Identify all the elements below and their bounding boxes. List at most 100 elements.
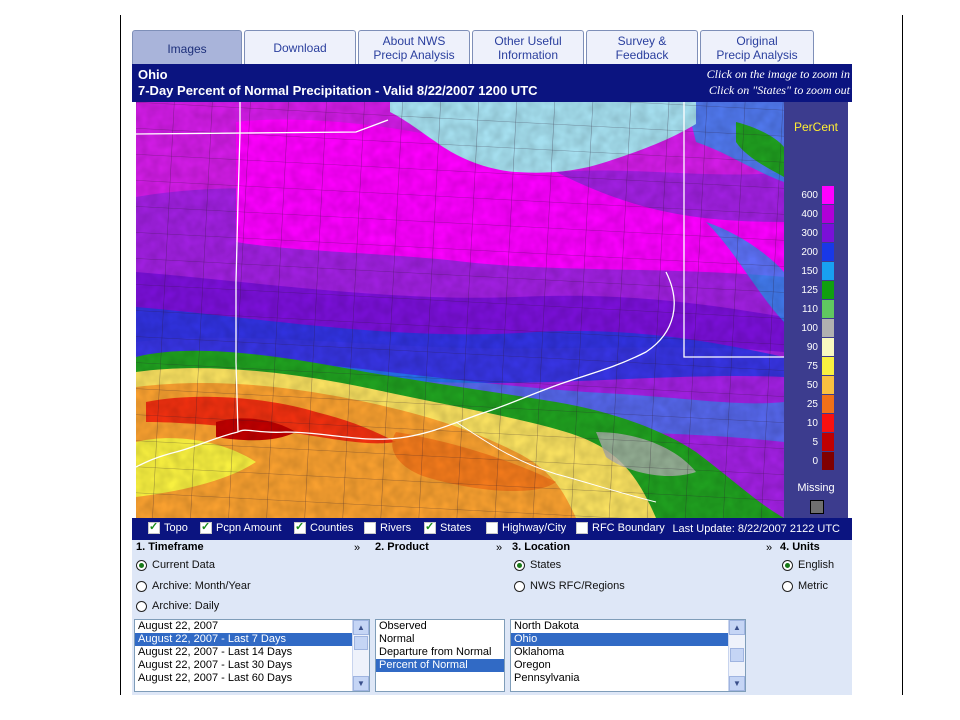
radio-metric[interactable]: Metric <box>782 580 828 592</box>
radio-label: Archive: Daily <box>152 600 220 612</box>
timeframe-option[interactable]: August 22, 2007 - Last 30 Days <box>135 659 369 672</box>
radio-archive-month-year[interactable]: Archive: Month/Year <box>136 580 251 592</box>
map-options-bar: Topo Pcpn Amount Counties Rivers States … <box>132 518 852 540</box>
radio-nws-rfc-regions[interactable]: NWS RFC/Regions <box>514 580 625 592</box>
scroll-up-icon[interactable]: ▲ <box>729 620 745 635</box>
option-topo[interactable]: Topo <box>148 520 188 534</box>
tab-other-info[interactable]: Other Useful Information <box>472 30 584 64</box>
product-option[interactable]: Percent of Normal <box>376 659 504 672</box>
radio-icon[interactable] <box>514 580 525 592</box>
checkbox-icon[interactable] <box>576 522 588 534</box>
location-heading: 3. Location <box>512 541 571 553</box>
location-option[interactable]: Oregon <box>511 659 745 672</box>
tab-original[interactable]: Original Precip Analysis <box>700 30 814 64</box>
precip-analysis-app: Images Download About NWS Precip Analysi… <box>132 28 852 695</box>
legend-swatch <box>822 452 834 470</box>
legend-row: 0 <box>784 452 848 471</box>
product-option[interactable]: Departure from Normal <box>376 646 504 659</box>
legend-title: PerCent <box>793 120 839 134</box>
legend-value: 75 <box>806 361 818 372</box>
legend-row: 90 <box>784 338 848 357</box>
radio-icon[interactable] <box>136 559 147 571</box>
radio-icon[interactable] <box>136 600 147 612</box>
legend-swatch <box>822 262 834 280</box>
option-pcpn-amount[interactable]: Pcpn Amount <box>200 520 282 534</box>
zoom-out-hint: Click on "States" to zoom out <box>708 83 850 97</box>
option-highway-city[interactable]: Highway/City <box>486 522 566 534</box>
location-option[interactable]: Ohio <box>511 633 745 646</box>
timeframe-scrollbar[interactable]: ▲ ▼ <box>352 620 369 691</box>
tab-about-nws[interactable]: About NWS Precip Analysis <box>358 30 470 64</box>
product-arrow[interactable]: » <box>496 542 502 554</box>
timeframe-option[interactable]: August 22, 2007 - Last 7 Days <box>135 633 369 646</box>
precip-map-image[interactable] <box>136 102 784 518</box>
option-label: States <box>440 522 472 534</box>
option-rivers[interactable]: Rivers <box>364 522 411 534</box>
tab-survey[interactable]: Survey & Feedback <box>586 30 698 64</box>
timeframe-option[interactable]: August 22, 2007 - Last 14 Days <box>135 646 369 659</box>
option-label: Pcpn Amount <box>216 522 282 534</box>
precip-map-graphic <box>136 102 784 518</box>
scroll-thumb[interactable] <box>730 648 744 662</box>
legend-row: 10 <box>784 414 848 433</box>
option-rfc-boundary[interactable]: RFC Boundary <box>576 522 665 534</box>
radio-archive-daily[interactable]: Archive: Daily <box>136 600 219 612</box>
legend-row: 75 <box>784 357 848 376</box>
timeframe-option[interactable]: August 22, 2007 <box>135 620 369 633</box>
checkbox-icon[interactable] <box>486 522 498 534</box>
legend-value: 90 <box>806 342 818 353</box>
option-label: Counties <box>310 522 354 534</box>
location-option[interactable]: Pennsylvania <box>511 672 745 685</box>
checkbox-icon[interactable] <box>148 520 160 534</box>
option-label: Highway/City <box>502 522 567 534</box>
legend-row: 400 <box>784 205 848 224</box>
location-arrow[interactable]: » <box>766 542 772 554</box>
scroll-thumb[interactable] <box>354 636 368 650</box>
scroll-up-icon[interactable]: ▲ <box>353 620 369 635</box>
legend-swatch <box>822 395 834 413</box>
legend-value: 150 <box>801 266 818 277</box>
legend-row: 600 <box>784 186 848 205</box>
scroll-down-icon[interactable]: ▼ <box>353 676 369 691</box>
radio-english[interactable]: English <box>782 559 834 571</box>
radio-icon[interactable] <box>514 559 525 571</box>
location-option[interactable]: North Dakota <box>511 620 745 633</box>
legend-swatch <box>822 281 834 299</box>
option-counties[interactable]: Counties <box>294 520 354 534</box>
legend-swatch <box>822 414 834 432</box>
checkbox-icon[interactable] <box>364 522 376 534</box>
option-label: RFC Boundary <box>592 522 665 534</box>
product-listbox[interactable]: Observed Normal Departure from Normal Perce… <box>375 619 505 692</box>
radio-states[interactable]: States <box>514 559 561 571</box>
map-title: 7-Day Percent of Normal Precipitation - … <box>138 83 538 98</box>
timeframe-option[interactable]: August 22, 2007 - Last 60 Days <box>135 672 369 685</box>
tab-download[interactable]: Download <box>244 30 356 64</box>
option-states[interactable]: States <box>424 520 472 534</box>
scroll-down-icon[interactable]: ▼ <box>729 676 745 691</box>
tab-label: About NWS Precip Analysis <box>373 33 455 62</box>
legend-value: 600 <box>801 190 818 201</box>
legend-swatch <box>822 357 834 375</box>
product-option[interactable]: Observed <box>376 620 504 633</box>
legend-row: 25 <box>784 395 848 414</box>
radio-icon[interactable] <box>782 580 793 592</box>
radio-current-data[interactable]: Current Data <box>136 559 215 571</box>
timeframe-arrow[interactable]: » <box>354 542 360 554</box>
tab-images[interactable]: Images <box>132 30 242 66</box>
legend-value: 25 <box>806 399 818 410</box>
location-option[interactable]: Oklahoma <box>511 646 745 659</box>
radio-label: Current Data <box>152 559 215 571</box>
product-option[interactable]: Normal <box>376 633 504 646</box>
radio-icon[interactable] <box>782 559 793 571</box>
checkbox-icon[interactable] <box>200 520 212 534</box>
checkbox-icon[interactable] <box>294 520 306 534</box>
timeframe-heading: 1. Timeframe <box>136 541 204 553</box>
legend-swatch <box>822 433 834 451</box>
radio-icon[interactable] <box>136 580 147 592</box>
timeframe-listbox[interactable]: August 22, 2007 August 22, 2007 - Last 7 … <box>134 619 370 692</box>
legend-value: 125 <box>801 285 818 296</box>
location-scrollbar[interactable]: ▲ ▼ <box>728 620 745 691</box>
checkbox-icon[interactable] <box>424 520 436 534</box>
legend-swatch <box>822 376 834 394</box>
location-listbox[interactable]: North Dakota Ohio Oklahoma Oregon Pennsylvan… <box>510 619 746 692</box>
